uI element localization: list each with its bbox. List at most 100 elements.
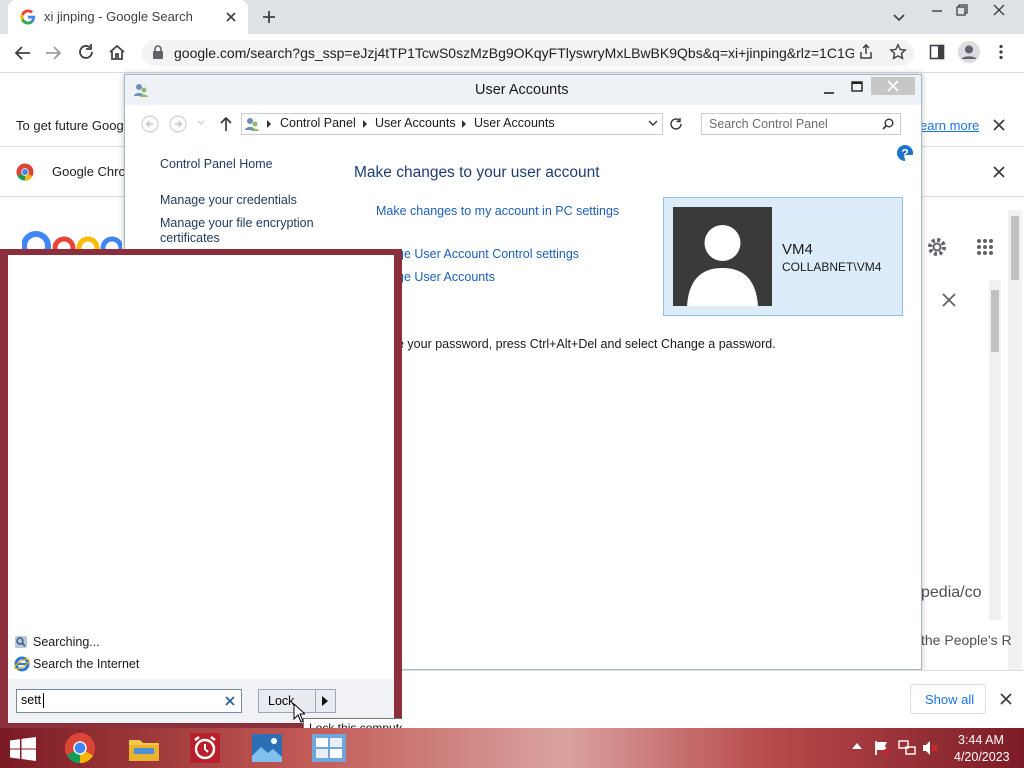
breadcrumb-control-panel[interactable]: Control Panel: [280, 116, 356, 130]
search-control-panel-input[interactable]: Search Control Panel: [701, 113, 901, 135]
clock-date[interactable]: 4/20/2023: [954, 750, 1010, 764]
user-name: VM4: [782, 241, 813, 258]
profile-avatar-icon[interactable]: [958, 41, 980, 63]
vertical-scrollbar[interactable]: [905, 155, 917, 655]
panel-close-icon[interactable]: [941, 292, 957, 308]
close-window-icon[interactable]: [992, 3, 1006, 17]
alarm-clock-taskbar-icon[interactable]: [190, 733, 220, 763]
recent-dropdown-icon[interactable]: [197, 120, 205, 126]
bookmark-star-icon[interactable]: [889, 43, 907, 61]
breadcrumb-sep-icon[interactable]: [362, 119, 368, 129]
back-icon[interactable]: [14, 44, 32, 62]
start-search-input[interactable]: sett: [16, 689, 242, 713]
download-bar-close-icon[interactable]: [1000, 693, 1012, 705]
chrome-taskbar-icon[interactable]: [64, 732, 96, 764]
password-note: e your password, press Ctrl+Alt+Del and …: [397, 337, 776, 351]
minimize-icon[interactable]: [930, 4, 944, 18]
new-tab-icon[interactable]: [262, 10, 276, 24]
network-icon[interactable]: [898, 740, 916, 756]
text-cursor: [43, 693, 44, 708]
action-center-flag-icon[interactable]: [874, 740, 890, 756]
searching-icon: [14, 635, 28, 649]
peoples-snippet: the People's R: [921, 632, 1012, 648]
photos-taskbar-icon[interactable]: [252, 734, 282, 762]
window-titlebar: User Accounts: [125, 75, 921, 105]
clear-search-icon[interactable]: [225, 696, 235, 706]
internet-explorer-icon: [14, 656, 30, 672]
window-maximize-icon[interactable]: [851, 81, 863, 93]
breadcrumb-user-accounts-current[interactable]: User Accounts: [474, 116, 555, 130]
browser-tab[interactable]: xi jinping - Google Search: [8, 0, 248, 34]
page-heading: Make changes to your user account: [354, 164, 600, 181]
user-domain: COLLABNET\VM4: [782, 260, 882, 274]
start-menu: Searching... Search the Internet sett Lo…: [0, 249, 402, 729]
volume-muted-icon[interactable]: [922, 740, 938, 756]
breadcrumb-user-accounts[interactable]: User Accounts: [375, 116, 456, 130]
share-icon[interactable]: [858, 44, 874, 60]
show-all-button[interactable]: Show all: [910, 684, 986, 714]
panel-scrollbar[interactable]: [989, 280, 1001, 620]
windows-start-icon[interactable]: [10, 737, 36, 761]
side-panel-icon[interactable]: [929, 44, 945, 60]
nav-back-icon[interactable]: [141, 115, 159, 133]
download-bar: Show all: [402, 670, 1024, 729]
lock-button-label: Lock: [268, 694, 295, 708]
learn-more-link[interactable]: earn more: [920, 118, 979, 133]
arrow-right-icon: [322, 696, 328, 706]
user-account-card[interactable]: VM4 COLLABNET\VM4: [663, 197, 903, 316]
home-icon[interactable]: [108, 43, 126, 61]
control-panel-taskbar-icon[interactable]: [312, 734, 346, 762]
encryption-certificates-link[interactable]: Manage your file encryption: [160, 216, 314, 230]
nav-up-icon[interactable]: [219, 116, 233, 132]
nav-forward-icon[interactable]: [169, 115, 187, 133]
search-the-internet-link[interactable]: Search the Internet: [33, 657, 139, 671]
address-bar[interactable]: Control Panel User Accounts User Account…: [241, 113, 663, 135]
show-hidden-icons-icon[interactable]: [852, 742, 862, 750]
info-bar-text: To get future Goog: [16, 118, 124, 133]
reload-icon[interactable]: [77, 43, 95, 61]
info-bar-close-icon[interactable]: [992, 118, 1006, 132]
breadcrumb-sep-icon[interactable]: [461, 119, 467, 129]
settings-gear-icon[interactable]: [926, 236, 948, 258]
window-close-button[interactable]: [871, 77, 915, 95]
searching-text: Searching...: [33, 635, 100, 649]
search-results-pane: Searching... Search the Internet: [8, 255, 394, 721]
url-text[interactable]: google.com/search?gs_ssp=eJzj4tTP1TcwS0s…: [174, 45, 854, 61]
window-title: User Accounts: [475, 82, 569, 98]
apps-grid-icon[interactable]: [976, 238, 994, 256]
chrome-logo-icon: [16, 163, 34, 181]
tab-title: xi jinping - Google Search: [44, 9, 193, 24]
breadcrumb-sep-icon[interactable]: [266, 119, 272, 129]
tab-search-chevron-icon[interactable]: [892, 10, 906, 24]
search-placeholder: Search Control Panel: [709, 117, 828, 131]
search-icon[interactable]: [882, 118, 894, 130]
control-panel-icon: [244, 116, 260, 132]
start-search-value: sett: [21, 693, 42, 707]
file-explorer-taskbar-icon[interactable]: [128, 734, 160, 762]
side-panel-scrollbar[interactable]: [1008, 210, 1022, 670]
chrome-info-text: Google Chro: [52, 164, 126, 179]
manage-credentials-link[interactable]: Manage your credentials: [160, 193, 297, 207]
forward-icon[interactable]: [44, 44, 62, 62]
restore-icon[interactable]: [955, 3, 969, 17]
google-logo-icon[interactable]: [22, 230, 122, 250]
chrome-info-close-icon[interactable]: [992, 165, 1006, 179]
show-all-label: Show all: [925, 692, 975, 707]
clock-time[interactable]: 3:44 AM: [958, 733, 1004, 747]
user-silhouette-icon: [687, 225, 758, 306]
start-menu-bottom: sett Lock: [8, 679, 394, 723]
refresh-icon[interactable]: [669, 117, 683, 131]
pc-settings-link[interactable]: Make changes to my account in PC setting…: [376, 204, 619, 218]
window-minimize-icon[interactable]: [823, 84, 835, 96]
lock-button[interactable]: Lock: [258, 689, 316, 713]
control-panel-home-link[interactable]: Control Panel Home: [160, 157, 273, 171]
chrome-menu-icon[interactable]: [998, 44, 1004, 60]
uac-settings-link[interactable]: ge User Account Control settings: [397, 247, 579, 261]
manage-user-accounts-link[interactable]: ge User Accounts: [397, 270, 495, 284]
address-dropdown-icon[interactable]: [648, 120, 658, 128]
lock-options-button[interactable]: [315, 689, 336, 713]
wiki-snippet: pedia/co: [921, 584, 982, 601]
tab-close-icon[interactable]: [224, 10, 238, 24]
encryption-certificates-link-line2[interactable]: certificates: [160, 231, 220, 245]
lock-icon[interactable]: [152, 45, 164, 59]
